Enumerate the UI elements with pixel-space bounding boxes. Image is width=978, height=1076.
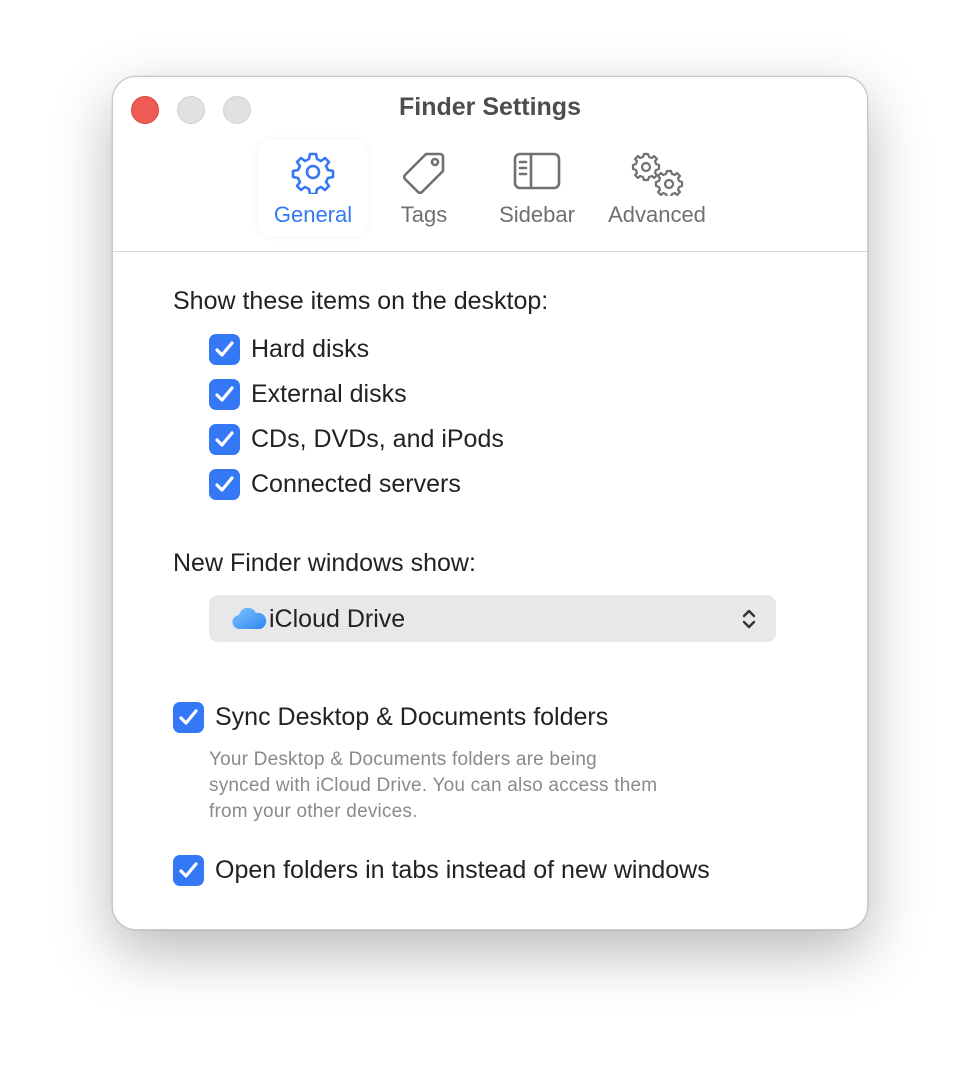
tab-general[interactable]: General	[258, 140, 368, 236]
finder-settings-window: Finder Settings General Tags Sidebar Adv…	[112, 76, 868, 930]
open-in-tabs-label[interactable]: Open folders in tabs instead of new wind…	[215, 856, 710, 885]
new-windows-popup[interactable]: iCloud Drive	[209, 595, 776, 642]
external-disks-label[interactable]: External disks	[251, 380, 407, 409]
sync-description: Your Desktop & Documents folders are bei…	[209, 747, 657, 825]
sync-desktop-checkbox[interactable]	[173, 702, 204, 733]
desktop-items-heading: Show these items on the desktop:	[173, 287, 549, 315]
checkmark-icon	[215, 341, 234, 357]
checkmark-icon	[179, 862, 198, 878]
connected-servers-checkbox[interactable]	[209, 469, 240, 500]
tab-tags[interactable]: Tags	[374, 140, 474, 236]
sync-description-line: synced with iCloud Drive. You can also a…	[209, 775, 658, 796]
tab-advanced-label: Advanced	[608, 202, 706, 227]
icloud-icon	[231, 607, 267, 636]
checkmark-icon	[215, 476, 234, 492]
checkmark-icon	[215, 431, 234, 447]
window-title: Finder Settings	[399, 93, 581, 121]
tab-general-label: General	[273, 202, 353, 227]
chevron-updown-icon	[740, 607, 758, 636]
new-windows-label: New Finder windows show:	[173, 549, 476, 577]
cds-dvds-ipods-checkbox[interactable]	[209, 424, 240, 455]
checkmark-icon	[215, 386, 234, 402]
sync-desktop-label[interactable]: Sync Desktop & Documents folders	[215, 703, 608, 732]
gear-icon	[291, 150, 335, 199]
tab-sidebar[interactable]: Sidebar	[487, 140, 587, 236]
sync-description-line: from your other devices.	[209, 801, 418, 822]
tab-tags-label: Tags	[400, 202, 448, 227]
sync-description-line: Your Desktop & Documents folders are bei…	[209, 749, 597, 770]
hard-disks-label[interactable]: Hard disks	[251, 335, 369, 364]
tag-icon	[400, 150, 448, 201]
new-windows-value: iCloud Drive	[269, 605, 406, 633]
tab-advanced[interactable]: Advanced	[600, 140, 714, 236]
external-disks-checkbox[interactable]	[209, 379, 240, 410]
hard-disks-checkbox[interactable]	[209, 334, 240, 365]
cds-dvds-ipods-label[interactable]: CDs, DVDs, and iPods	[251, 425, 504, 454]
gears-icon	[628, 150, 686, 201]
sidebar-icon	[512, 150, 562, 197]
connected-servers-label[interactable]: Connected servers	[251, 470, 461, 499]
toolbar-divider	[113, 251, 867, 252]
tab-sidebar-label: Sidebar	[499, 202, 575, 227]
open-in-tabs-checkbox[interactable]	[173, 855, 204, 886]
checkmark-icon	[179, 709, 198, 725]
